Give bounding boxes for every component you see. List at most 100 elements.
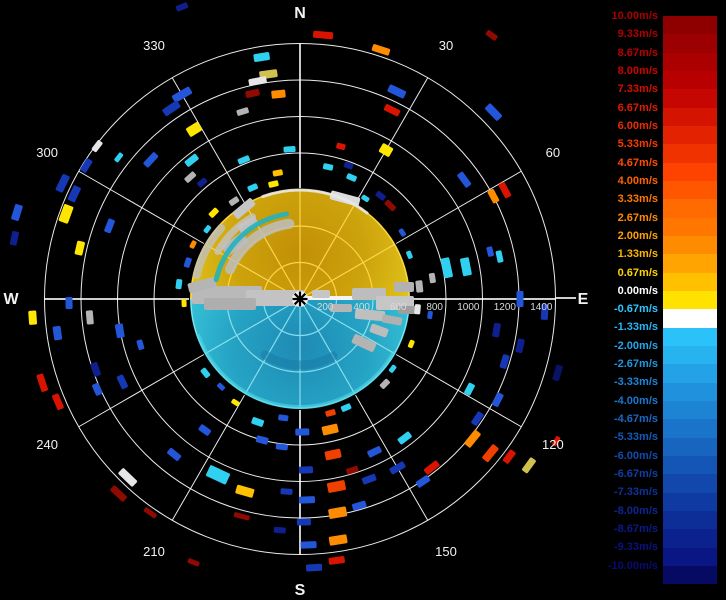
velocity-blip [245,88,260,99]
colorbar-tick-label: -5.33m/s [613,431,658,444]
colorbar-segment [663,16,717,35]
velocity-blip [236,107,249,116]
colorbar-segment [663,419,717,438]
velocity-blip [118,468,138,487]
range-label: 600 [390,302,407,313]
colorbar-tick-label: -3.33m/s [613,376,658,389]
velocity-blip [440,257,453,279]
velocity-blip [255,435,269,445]
colorbar-tick-label: -10.00m/s [607,559,658,572]
colorbar-tick-label: -4.67m/s [613,413,658,426]
colorbar-segment [663,107,717,126]
colorbar-tick-label: 4.67m/s [617,156,658,169]
colorbar-tick-label: 8.00m/s [617,64,658,77]
colorbar-segment [663,382,717,401]
velocity-blip [247,183,259,192]
velocity-blip [189,240,197,249]
velocity-blip [136,339,145,351]
colorbar-tick-label: -8.00m/s [613,504,658,517]
velocity-blip [273,526,286,534]
velocity-blip [407,339,415,349]
velocity-blip [55,173,70,193]
colorbar-tick-label: 2.00m/s [617,229,658,242]
velocity-blip [251,417,265,427]
velocity-blip [367,446,382,458]
colorbar-tick-label: -6.67m/s [613,468,658,481]
velocity-blip [375,190,386,201]
velocity-blip [336,142,346,151]
colorbar-tick-label: -4.00m/s [613,394,658,407]
velocity-blip [171,86,193,103]
velocity-blip [91,140,103,153]
velocity-blip [361,194,370,203]
velocity-blip [28,310,38,325]
velocity-blip [283,146,296,153]
colorbar-segment [663,327,717,346]
range-label: 200 [317,302,334,313]
velocity-blip [116,374,129,390]
range-label: 400 [353,302,370,313]
velocity-blip [67,185,81,203]
colorbar-tick-label: -9.33m/s [613,541,658,554]
colorbar-segment [663,162,717,181]
velocity-blip [183,257,192,268]
velocity-blip [217,382,226,391]
velocity-blip [90,361,101,377]
compass-degree-label: 330 [143,38,165,53]
spoke-line [355,77,429,204]
velocity-blip [324,448,342,461]
velocity-blip [428,272,436,284]
velocity-blip [235,484,255,498]
compass-cardinal-label: W [3,291,19,308]
velocity-blip [298,466,314,474]
velocity-blip [361,473,377,485]
colorbar-tick-label: -0.67m/s [613,303,658,316]
velocity-blip [184,153,199,167]
colorbar-segment [663,455,717,475]
colorbar-tick-label: -1.33m/s [613,321,658,334]
velocity-blip [187,558,200,567]
velocity-blip [52,393,64,411]
velocity-blip [464,429,481,448]
colorbar-tick-label: 4.00m/s [617,174,658,187]
colorbar-segment [663,180,717,200]
velocity-blip [233,512,250,521]
velocity-blip [397,431,412,445]
velocity-blip [346,173,357,182]
velocity-blip [328,534,348,546]
range-label: 1400 [530,302,553,313]
velocity-blip [58,204,74,224]
center-marker [292,291,308,307]
colorbar-tick-label: 7.33m/s [617,83,658,96]
colorbar-tick-label: -7.33m/s [613,486,658,499]
colorbar-segment [663,89,717,108]
velocity-blip [85,310,94,325]
velocity-blip [298,496,316,504]
velocity-blip [389,461,406,475]
colorbar-segment [663,510,717,530]
velocity-blip [502,449,516,464]
compass-degree-label: 300 [36,145,58,160]
velocity-blip [200,367,211,379]
compass-degree-label: 30 [439,38,453,53]
colorbar-segment [663,34,717,53]
velocity-blip [143,507,157,519]
velocity-blip [414,304,421,315]
velocity-blip [460,257,472,277]
velocity-blip [471,411,484,426]
velocity-blip [36,373,48,392]
velocity-blip [516,291,524,307]
velocity-blip [271,89,286,99]
velocity-blip [278,414,289,422]
colorbar-tick-label: 6.00m/s [617,119,658,132]
velocity-blip [486,246,494,257]
compass-cardinal-label: N [294,5,306,22]
velocity-blip [482,444,499,463]
colorbar-segment [663,547,717,566]
velocity-blip [522,457,536,474]
velocity-blip [208,207,219,218]
colorbar-tick-label: 3.33m/s [617,193,658,206]
velocity-blip [378,143,394,157]
velocity-blip [326,480,346,493]
compass-cardinal-label: S [295,582,306,599]
